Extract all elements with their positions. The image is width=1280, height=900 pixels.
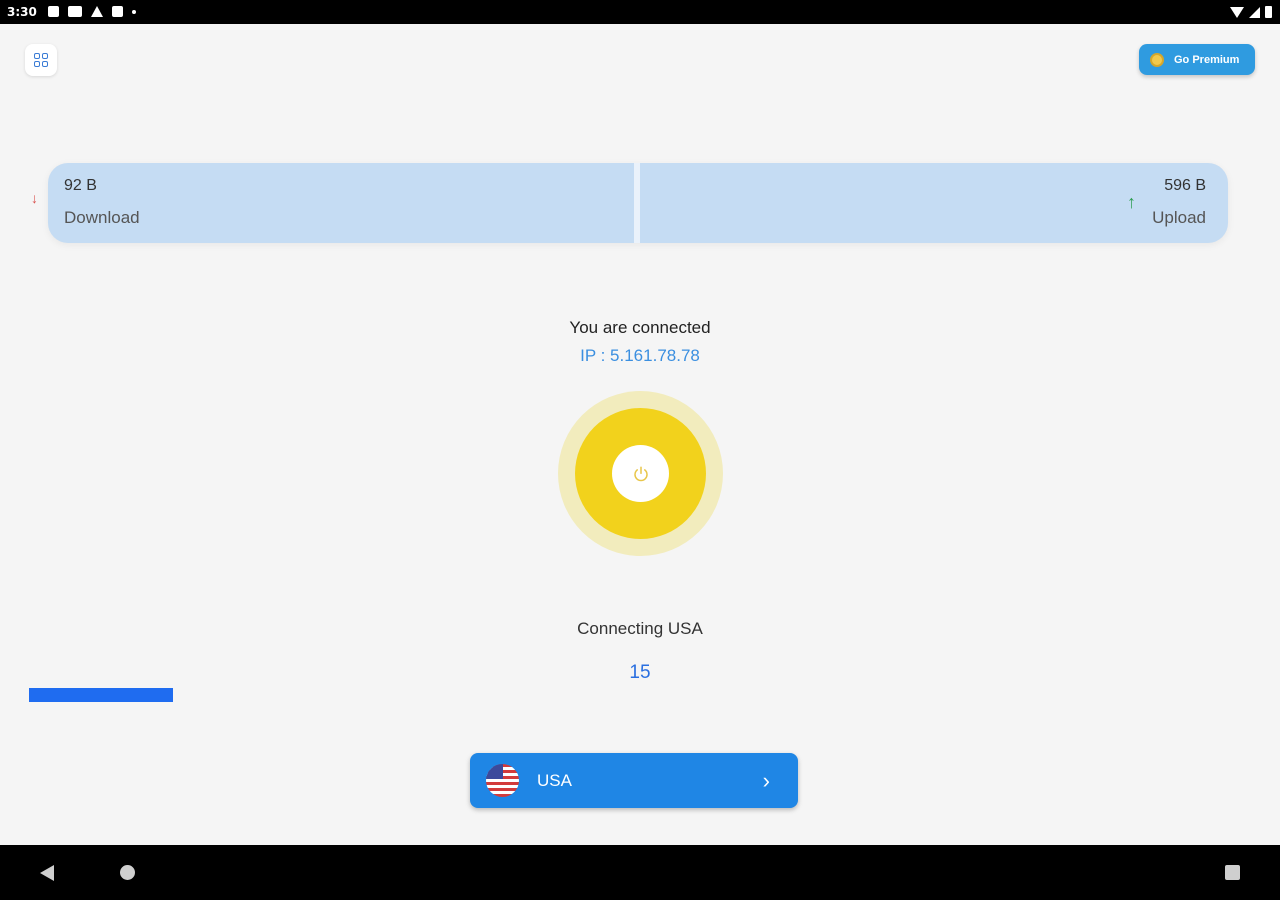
home-icon[interactable]: [120, 865, 135, 880]
notification-icons: [48, 6, 136, 17]
warning-icon: [91, 6, 103, 17]
download-value: 92 B: [64, 177, 97, 194]
crown-icon: [1150, 52, 1164, 67]
system-icons: [1230, 6, 1272, 18]
menu-button[interactable]: [25, 44, 57, 76]
traffic-divider: [634, 163, 640, 243]
sd-card-icon: [112, 6, 123, 17]
connection-counter: 15: [629, 662, 651, 683]
back-icon[interactable]: [40, 865, 54, 881]
upload-arrow-icon: ↑: [1127, 192, 1136, 212]
upload-label: Upload: [1152, 208, 1206, 227]
signal-icon: [1249, 6, 1260, 18]
traffic-stats-card: 92 B Download ↑ 596 B Upload: [48, 163, 1228, 243]
status-time: 3:30: [7, 5, 37, 19]
more-notifications-icon: [132, 9, 136, 14]
connection-status: You are connected: [569, 318, 711, 337]
recent-apps-icon[interactable]: [1225, 865, 1240, 880]
go-premium-button[interactable]: Go Premium: [1139, 44, 1255, 75]
power-icon: [633, 466, 648, 481]
progress-bar: [29, 688, 173, 702]
go-premium-label: Go Premium: [1174, 53, 1240, 66]
status-bar: 3:30: [0, 0, 1280, 24]
ip-address: IP : 5.161.78.78: [580, 346, 700, 365]
connecting-text: Connecting USA: [577, 619, 703, 638]
power-button-center[interactable]: [612, 445, 669, 502]
navigation-bar: [0, 845, 1280, 900]
country-name: USA: [537, 771, 572, 790]
download-arrow-icon: ↓: [31, 190, 38, 206]
wifi-icon: [1230, 6, 1244, 18]
chevron-right-icon: ›: [762, 768, 770, 793]
usa-flag-icon: [486, 764, 519, 797]
grid-menu-icon: [34, 53, 48, 67]
country-selector-button[interactable]: USA ›: [470, 753, 798, 808]
battery-icon: [1265, 6, 1272, 18]
download-label: Download: [64, 208, 140, 227]
notification-icon: [48, 6, 59, 17]
upload-value: 596 B: [1164, 177, 1206, 194]
notification-icon: [68, 6, 82, 17]
